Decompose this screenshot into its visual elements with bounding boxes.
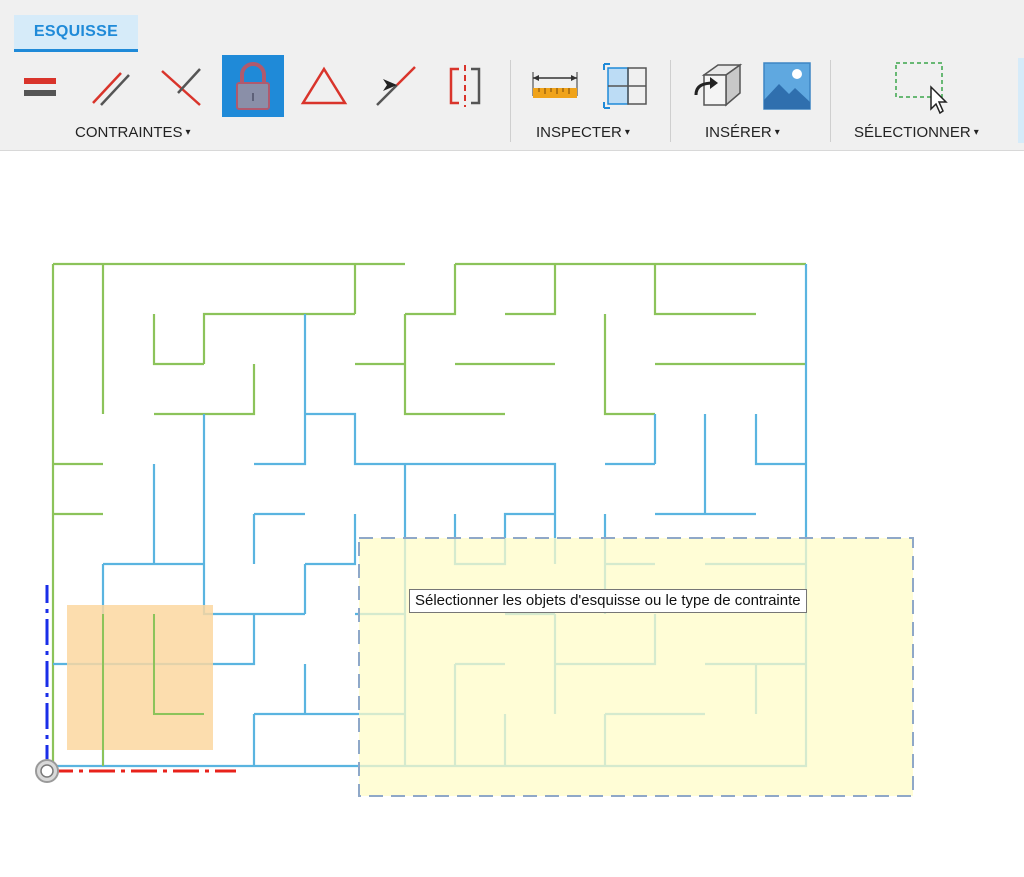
midpoint-constraint-icon[interactable] [363, 55, 425, 117]
triangle-constraint-icon[interactable] [293, 55, 355, 117]
sketch-canvas[interactable]: Sélectionner les objets d'esquisse ou le… [0, 151, 1024, 872]
ribbon-toolbar: ESQUISSE CONTRAINTES ▾ INSPECTER ▾ INSÉRER… [0, 0, 1024, 151]
select-group-label[interactable]: SÉLECTIONNER ▾ [854, 124, 979, 141]
origin-highlight-box [67, 605, 213, 750]
interference-section-icon[interactable] [595, 55, 657, 117]
equal-constraint-icon[interactable] [9, 55, 71, 117]
inspect-group-label[interactable]: INSPECTER ▾ [536, 124, 630, 141]
sketch-svg[interactable] [0, 151, 1024, 872]
parallel-constraint-icon[interactable] [79, 55, 141, 117]
separator [510, 60, 511, 142]
window-select-icon[interactable] [888, 55, 950, 117]
insert-derive-icon[interactable] [686, 55, 748, 117]
separator [830, 60, 831, 142]
separator [670, 60, 671, 142]
insert-canvas-image-icon[interactable] [756, 55, 818, 117]
perpendicular-constraint-icon[interactable] [150, 55, 212, 117]
tab-esquisse[interactable]: ESQUISSE [14, 15, 138, 52]
window-selection-box [358, 537, 914, 797]
ribbon-overflow-edge [1018, 58, 1024, 143]
constraints-group-label[interactable]: CONTRAINTES ▾ [75, 124, 191, 141]
insert-group-label[interactable]: INSÉRER ▾ [705, 124, 780, 141]
tooltip: Sélectionner les objets d'esquisse ou le… [409, 589, 807, 613]
fix-lock-icon[interactable] [222, 55, 284, 117]
symmetry-constraint-icon[interactable] [433, 55, 495, 117]
measure-ruler-icon[interactable] [524, 55, 586, 117]
